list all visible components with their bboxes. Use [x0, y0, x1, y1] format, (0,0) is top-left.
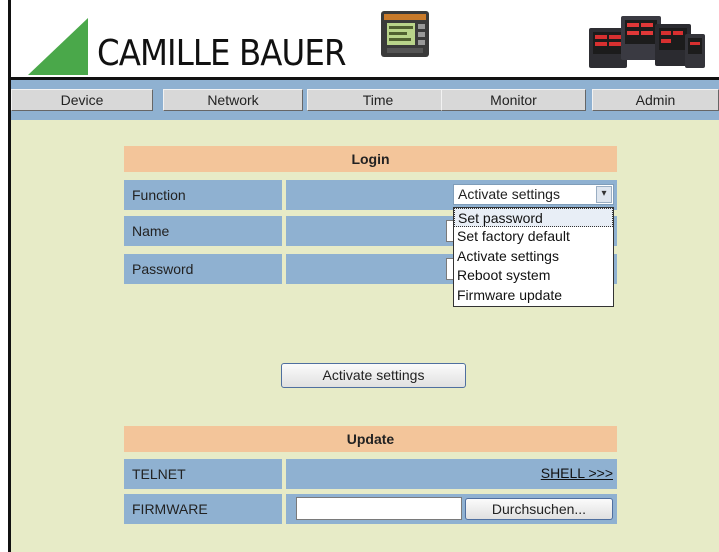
nav-device[interactable]: Device [11, 89, 153, 111]
firmware-label: FIRMWARE [124, 494, 282, 524]
chevron-down-icon[interactable]: ▾ [596, 186, 612, 203]
firmware-file-input[interactable] [296, 497, 462, 520]
option-reboot-system[interactable]: Reboot system [454, 266, 613, 285]
function-dropdown: Set password Set factory default Activat… [453, 207, 614, 307]
nav-admin[interactable]: Admin [592, 89, 719, 111]
nav-network[interactable]: Network [163, 89, 303, 111]
telnet-cell: SHELL >>> [286, 459, 617, 489]
telnet-label: TELNET [124, 459, 282, 489]
firmware-cell: Durchsuchen... [286, 494, 617, 524]
name-label: Name [124, 216, 282, 246]
login-title: Login [124, 146, 617, 172]
nav-time[interactable]: Time [307, 89, 449, 111]
function-select-value: Activate settings [458, 186, 560, 202]
option-set-factory-default[interactable]: Set factory default [454, 227, 613, 246]
brand-name: CAMILLE BAUER [97, 33, 346, 74]
update-title: Update [124, 426, 617, 452]
function-label: Function [124, 180, 282, 210]
shell-link[interactable]: SHELL >>> [541, 465, 613, 481]
password-label: Password [124, 254, 282, 284]
browse-button[interactable]: Durchsuchen... [465, 498, 613, 520]
nav-monitor[interactable]: Monitor [441, 89, 586, 111]
activate-settings-button[interactable]: Activate settings [281, 363, 466, 388]
function-select[interactable]: Activate settings ▾ [453, 184, 614, 205]
option-activate-settings[interactable]: Activate settings [454, 247, 613, 266]
meter-device-icon [381, 11, 429, 57]
main-nav: Device Network Time Monitor Admin [11, 80, 719, 120]
logo-triangle-icon [28, 18, 88, 75]
option-set-password[interactable]: Set password [454, 208, 613, 228]
option-firmware-update[interactable]: Firmware update [454, 286, 613, 305]
page: CAMILLE BAUER Device Network Time Monito… [0, 0, 719, 552]
meter-group-icon [589, 16, 705, 68]
header: CAMILLE BAUER [0, 0, 719, 80]
